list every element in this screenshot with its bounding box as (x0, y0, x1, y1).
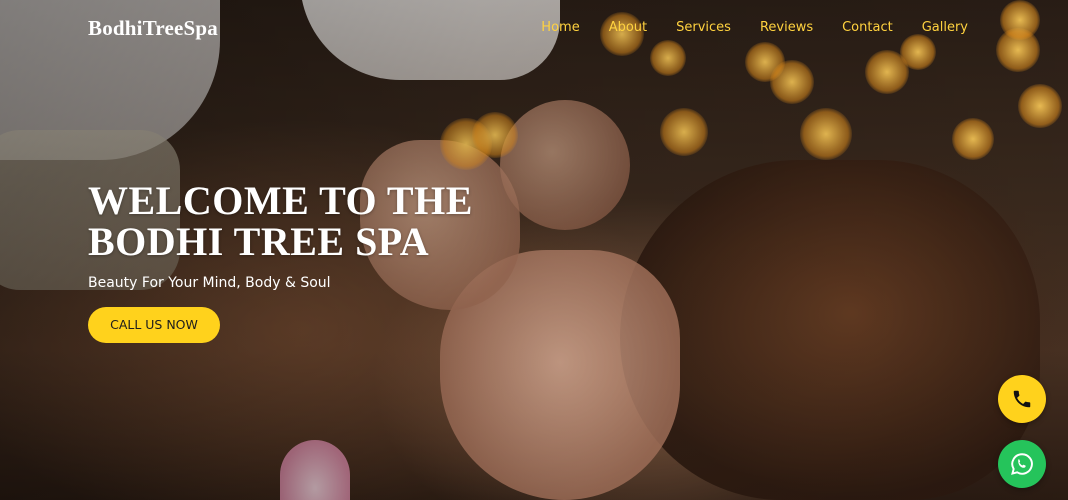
brand-logo[interactable]: BodhiTreeSpa (88, 16, 218, 41)
hero-section: BodhiTreeSpa Home About Services Reviews… (0, 0, 1068, 500)
hero-title-line: BODHI TREE SPA (88, 219, 430, 264)
nav-item-services[interactable]: Services (676, 20, 731, 35)
whatsapp-icon (1011, 453, 1033, 475)
nav-item-gallery[interactable]: Gallery (922, 20, 968, 35)
floating-call-button[interactable] (998, 375, 1046, 423)
hero-content: WELCOME TO THE BODHI TREE SPA Beauty For… (88, 180, 473, 343)
phone-icon (1013, 390, 1031, 408)
call-us-now-button[interactable]: CALL US NOW (88, 307, 220, 343)
hero-title: WELCOME TO THE BODHI TREE SPA (88, 180, 473, 262)
hero-subtitle: Beauty For Your Mind, Body & Soul (88, 275, 331, 291)
nav-item-reviews[interactable]: Reviews (760, 20, 813, 35)
nav-item-about[interactable]: About (609, 20, 647, 35)
floating-whatsapp-button[interactable] (998, 440, 1046, 488)
main-nav: Home About Services Reviews Contact Gall… (541, 20, 968, 35)
nav-item-home[interactable]: Home (541, 20, 579, 35)
hero-title-line: WELCOME TO THE (88, 178, 473, 223)
nav-item-contact[interactable]: Contact (842, 20, 893, 35)
